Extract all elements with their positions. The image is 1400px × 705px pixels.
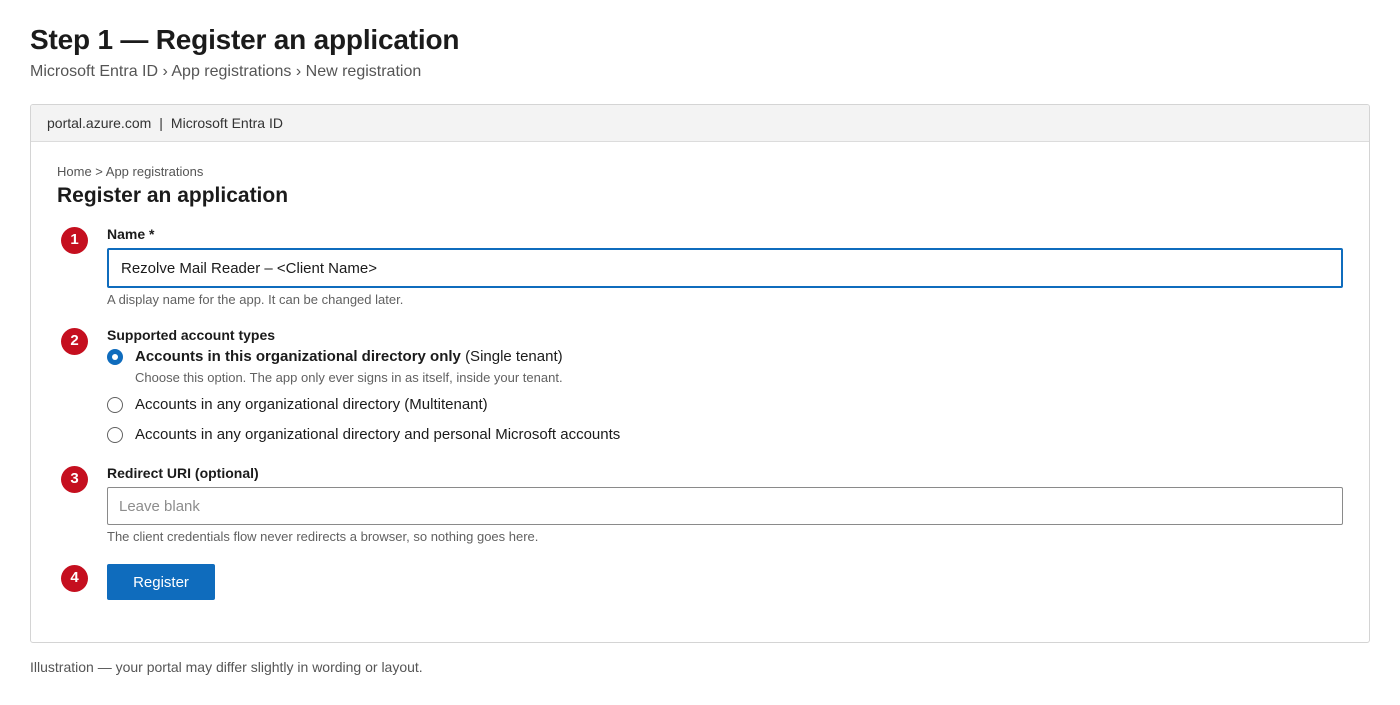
name-input[interactable] — [107, 248, 1343, 288]
page: Step 1 — Register an application Microso… — [0, 0, 1400, 705]
form-title: Register an application — [57, 184, 289, 207]
radio-single-tenant[interactable]: Accounts in this organizational director… — [107, 348, 563, 365]
step-badge-1: 1 — [61, 227, 88, 254]
radio-single-tenant-suffix: (Single tenant) — [465, 348, 563, 365]
radio-unchecked-icon[interactable] — [107, 426, 123, 443]
window-url: portal.azure.com — [47, 115, 152, 131]
radio-single-tenant-label: Accounts in this organizational director… — [135, 348, 563, 365]
step-badge-3: 3 — [61, 466, 88, 493]
radio-single-tenant-title: Accounts in this organizational director… — [135, 348, 461, 365]
radio-multitenant-personal-label: Accounts in any organizational directory… — [135, 426, 621, 443]
radio-multitenant-personal[interactable]: Accounts in any organizational directory… — [107, 426, 620, 443]
radio-multitenant-label: Accounts in any organizational directory… — [135, 396, 488, 413]
page-breadcrumb: Microsoft Entra ID › App registrations ›… — [30, 63, 422, 80]
window-address-bar: portal.azure.com | Microsoft Entra ID — [31, 105, 1369, 142]
form-breadcrumb[interactable]: Home > App registrations — [57, 164, 203, 179]
step-badge-4: 4 — [61, 565, 88, 592]
account-types-label: Supported account types — [107, 327, 276, 343]
step-badge-2: 2 — [61, 328, 88, 355]
radio-multitenant[interactable]: Accounts in any organizational directory… — [107, 396, 488, 413]
name-help-text: A display name for the app. It can be ch… — [107, 292, 404, 307]
footnote: Illustration — your portal may differ sl… — [30, 659, 423, 675]
redirect-uri-help-text: The client credentials flow never redire… — [107, 529, 539, 544]
radio-unchecked-icon[interactable] — [107, 396, 123, 413]
window-app-name: Microsoft Entra ID — [170, 115, 283, 131]
page-title: Step 1 — Register an application — [30, 24, 460, 55]
redirect-uri-input[interactable] — [107, 487, 1343, 525]
portal-window: portal.azure.com | Microsoft Entra ID Home… — [30, 104, 1370, 643]
single-tenant-help-text: Choose this option. The app only ever si… — [135, 370, 563, 385]
name-label: Name * — [107, 226, 155, 242]
register-button[interactable]: Register — [107, 564, 215, 600]
radio-checked-icon[interactable] — [107, 348, 123, 365]
redirect-uri-label: Redirect URI (optional) — [107, 465, 259, 481]
window-separator: | — [159, 115, 163, 131]
